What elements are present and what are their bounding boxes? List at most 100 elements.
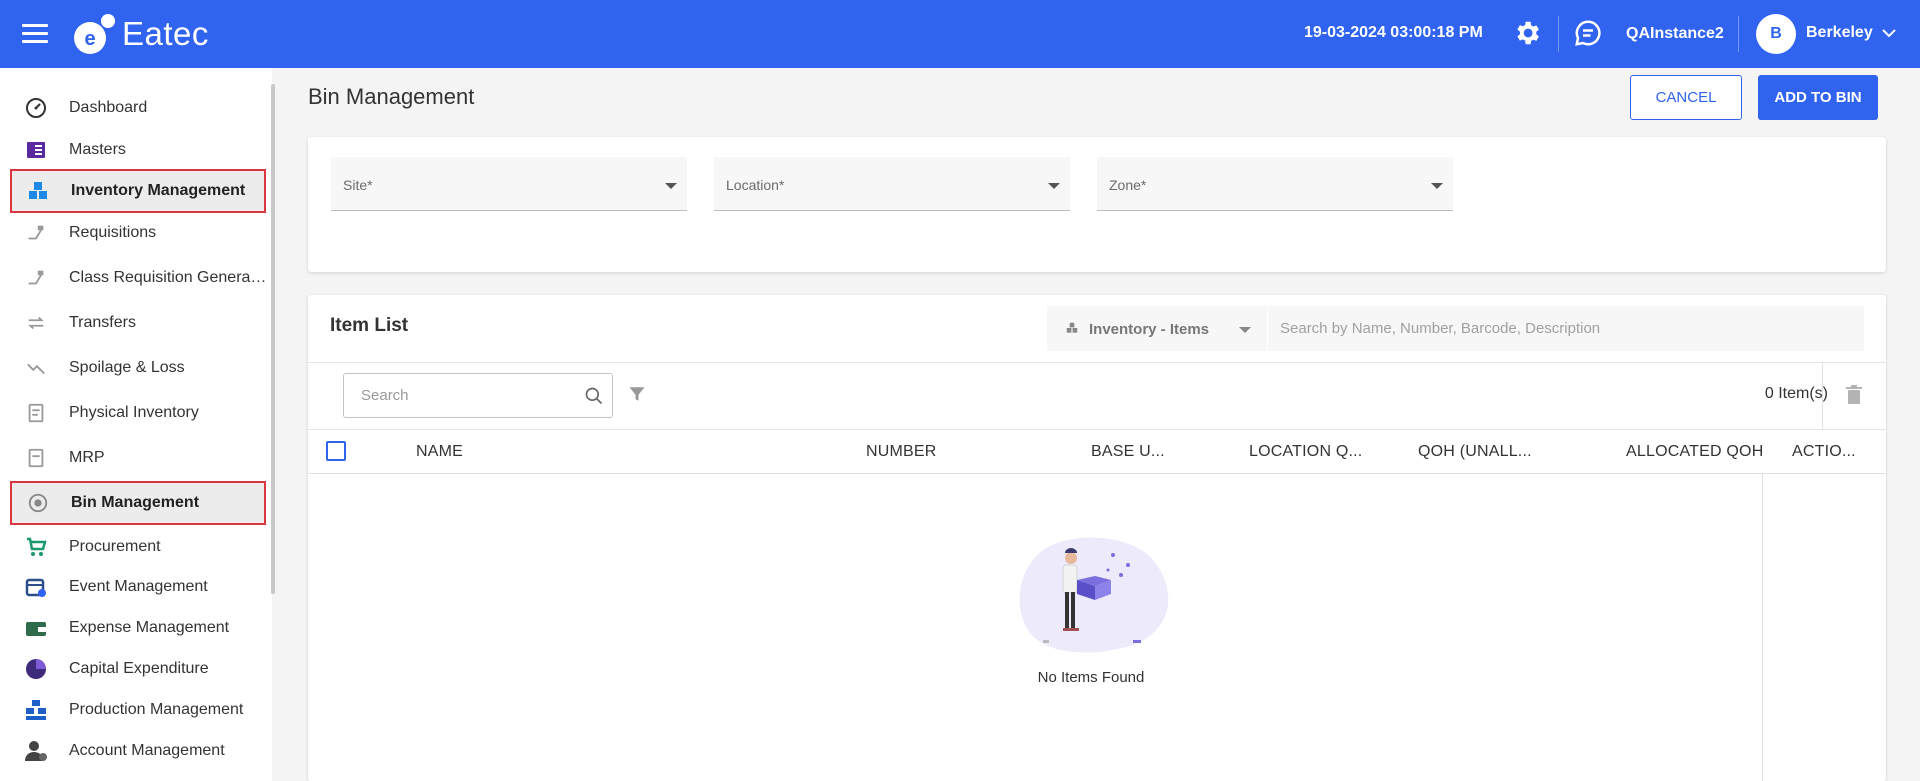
production-icon [22,696,50,724]
site-select[interactable]: Site* [331,157,687,211]
divider [308,362,1886,363]
filter-icon[interactable] [628,385,646,403]
sidebar-item-event-management[interactable]: Event Management [10,565,266,609]
sidebar-item-mrp[interactable]: MRP [10,436,266,480]
column-header-base-unit[interactable]: BASE U... [1091,443,1165,461]
user-avatar[interactable]: B [1756,14,1796,54]
location-select[interactable]: Location* [714,157,1070,211]
wallet-icon [22,614,50,642]
brand-name: Eatec [122,15,209,52]
sidebar-item-transfers[interactable]: Transfers [10,301,266,345]
divider [1762,473,1763,781]
inventory-icon [1066,322,1078,333]
sidebar-item-label: Expense Management [69,619,230,636]
item-count: 0 Item(s) [1764,385,1828,402]
caret-down-icon [1431,183,1443,189]
inventory-type-select[interactable]: Inventory - Items [1047,306,1267,351]
sidebar-item-requisitions[interactable]: Requisitions [10,211,266,255]
empty-state-text: No Items Found [1037,669,1145,686]
sidebar-item-procurement[interactable]: Procurement [10,525,266,569]
sidebar-item-label: MRP [69,449,105,466]
zone-label: Zone* [1109,177,1147,193]
page-title: Bin Management [308,84,475,109]
trash-icon[interactable] [1846,385,1862,405]
header-divider [1558,16,1559,52]
table-search[interactable] [343,373,613,418]
top-bar: e Eatec 19-03-2024 03:00:18 PM QAInstanc… [0,0,1920,68]
sidebar-item-bin-management[interactable]: Bin Management [10,481,266,525]
header-divider [1738,16,1739,52]
chevron-down-icon[interactable] [1880,26,1898,40]
search-icon[interactable] [584,386,604,406]
empty-state-illustration [1019,537,1169,653]
requisition-icon [22,264,50,292]
sidebar-item-expense-management[interactable]: Expense Management [10,606,266,650]
column-header-allocated-qoh[interactable]: ALLOCATED QOH [1626,443,1763,461]
site-label: Site* [343,177,373,193]
sidebar-item-label: Class Requisition Generation [69,269,269,286]
column-header-name[interactable]: NAME [416,443,463,461]
item-list-card: Item List Inventory - Items 0 Item(s) NA… [308,295,1886,781]
sidebar-item-label: Spoilage & Loss [69,359,185,376]
sidebar-item-label: Physical Inventory [69,404,199,421]
transfer-icon [22,309,50,337]
account-icon [22,737,50,765]
menu-icon[interactable] [22,24,48,44]
pie-icon [22,655,50,683]
add-to-bin-button[interactable]: ADD TO BIN [1758,75,1878,120]
physical-inventory-icon [22,399,50,427]
mrp-icon [22,444,50,472]
sidebar-scrollbar[interactable] [271,84,275,594]
filter-card: Site* Location* Zone* [308,137,1886,272]
sidebar-item-capital-expenditure[interactable]: Capital Expenditure [10,647,266,691]
caret-down-icon [1048,183,1060,189]
user-name[interactable]: Berkeley [1806,24,1873,42]
inventory-icon [24,177,52,205]
bin-icon [24,489,52,517]
cart-icon [22,533,50,561]
cancel-button[interactable]: CANCEL [1630,75,1742,120]
logo-icon: e [74,14,115,54]
book-icon [22,136,50,164]
sidebar-item-label: Production Management [69,701,244,718]
zone-select[interactable]: Zone* [1097,157,1453,211]
sidebar-item-label: Masters [69,141,126,158]
sidebar-item-label: Inventory Management [71,182,246,199]
divider [1822,362,1823,429]
requisition-icon [22,219,50,247]
sidebar-item-label: Transfers [69,314,136,331]
sidebar-item-masters[interactable]: Masters [10,128,266,172]
sidebar-item-inventory-management[interactable]: Inventory Management [10,169,266,213]
caret-down-icon [665,183,677,189]
sidebar-item-production-management[interactable]: Production Management [10,688,266,732]
item-list-title: Item List [330,315,409,336]
sidebar-item-label: Capital Expenditure [69,660,209,677]
brand-logo[interactable]: e Eatec [70,12,209,56]
sidebar-item-label: Dashboard [69,99,148,116]
sidebar-item-account-management[interactable]: Account Management [10,729,266,773]
sidebar-item-class-requisition[interactable]: Class Requisition Generation [10,256,269,300]
spoilage-icon [22,354,50,382]
current-datetime: 19-03-2024 03:00:18 PM [1304,24,1483,41]
column-header-qoh-unallocated[interactable]: QOH (UNALL... [1418,443,1532,461]
caret-down-icon [1239,327,1251,333]
table-search-input[interactable] [345,375,575,416]
sidebar-item-physical-inventory[interactable]: Physical Inventory [10,391,266,435]
sidebar-item-label: Account Management [69,742,225,759]
location-label: Location* [726,177,785,193]
item-search-input[interactable] [1268,306,1864,351]
column-header-number[interactable]: NUMBER [866,443,937,461]
column-header-location-qty[interactable]: LOCATION Q... [1249,443,1362,461]
column-header-actions[interactable]: ACTIO... [1792,443,1856,461]
settings-gear-icon[interactable] [1512,18,1542,48]
chat-icon[interactable] [1573,18,1603,48]
select-all-checkbox[interactable] [326,441,346,461]
sidebar: Dashboard Masters Inventory Management R… [0,68,272,781]
instance-name[interactable]: QAInstance2 [1626,25,1724,43]
divider [308,429,1886,430]
sidebar-item-dashboard[interactable]: Dashboard [10,86,266,130]
sidebar-item-spoilage[interactable]: Spoilage & Loss [10,346,266,390]
sidebar-item-label: Bin Management [71,494,200,511]
sidebar-item-label: Procurement [69,538,161,555]
sidebar-item-label: Requisitions [69,224,157,241]
